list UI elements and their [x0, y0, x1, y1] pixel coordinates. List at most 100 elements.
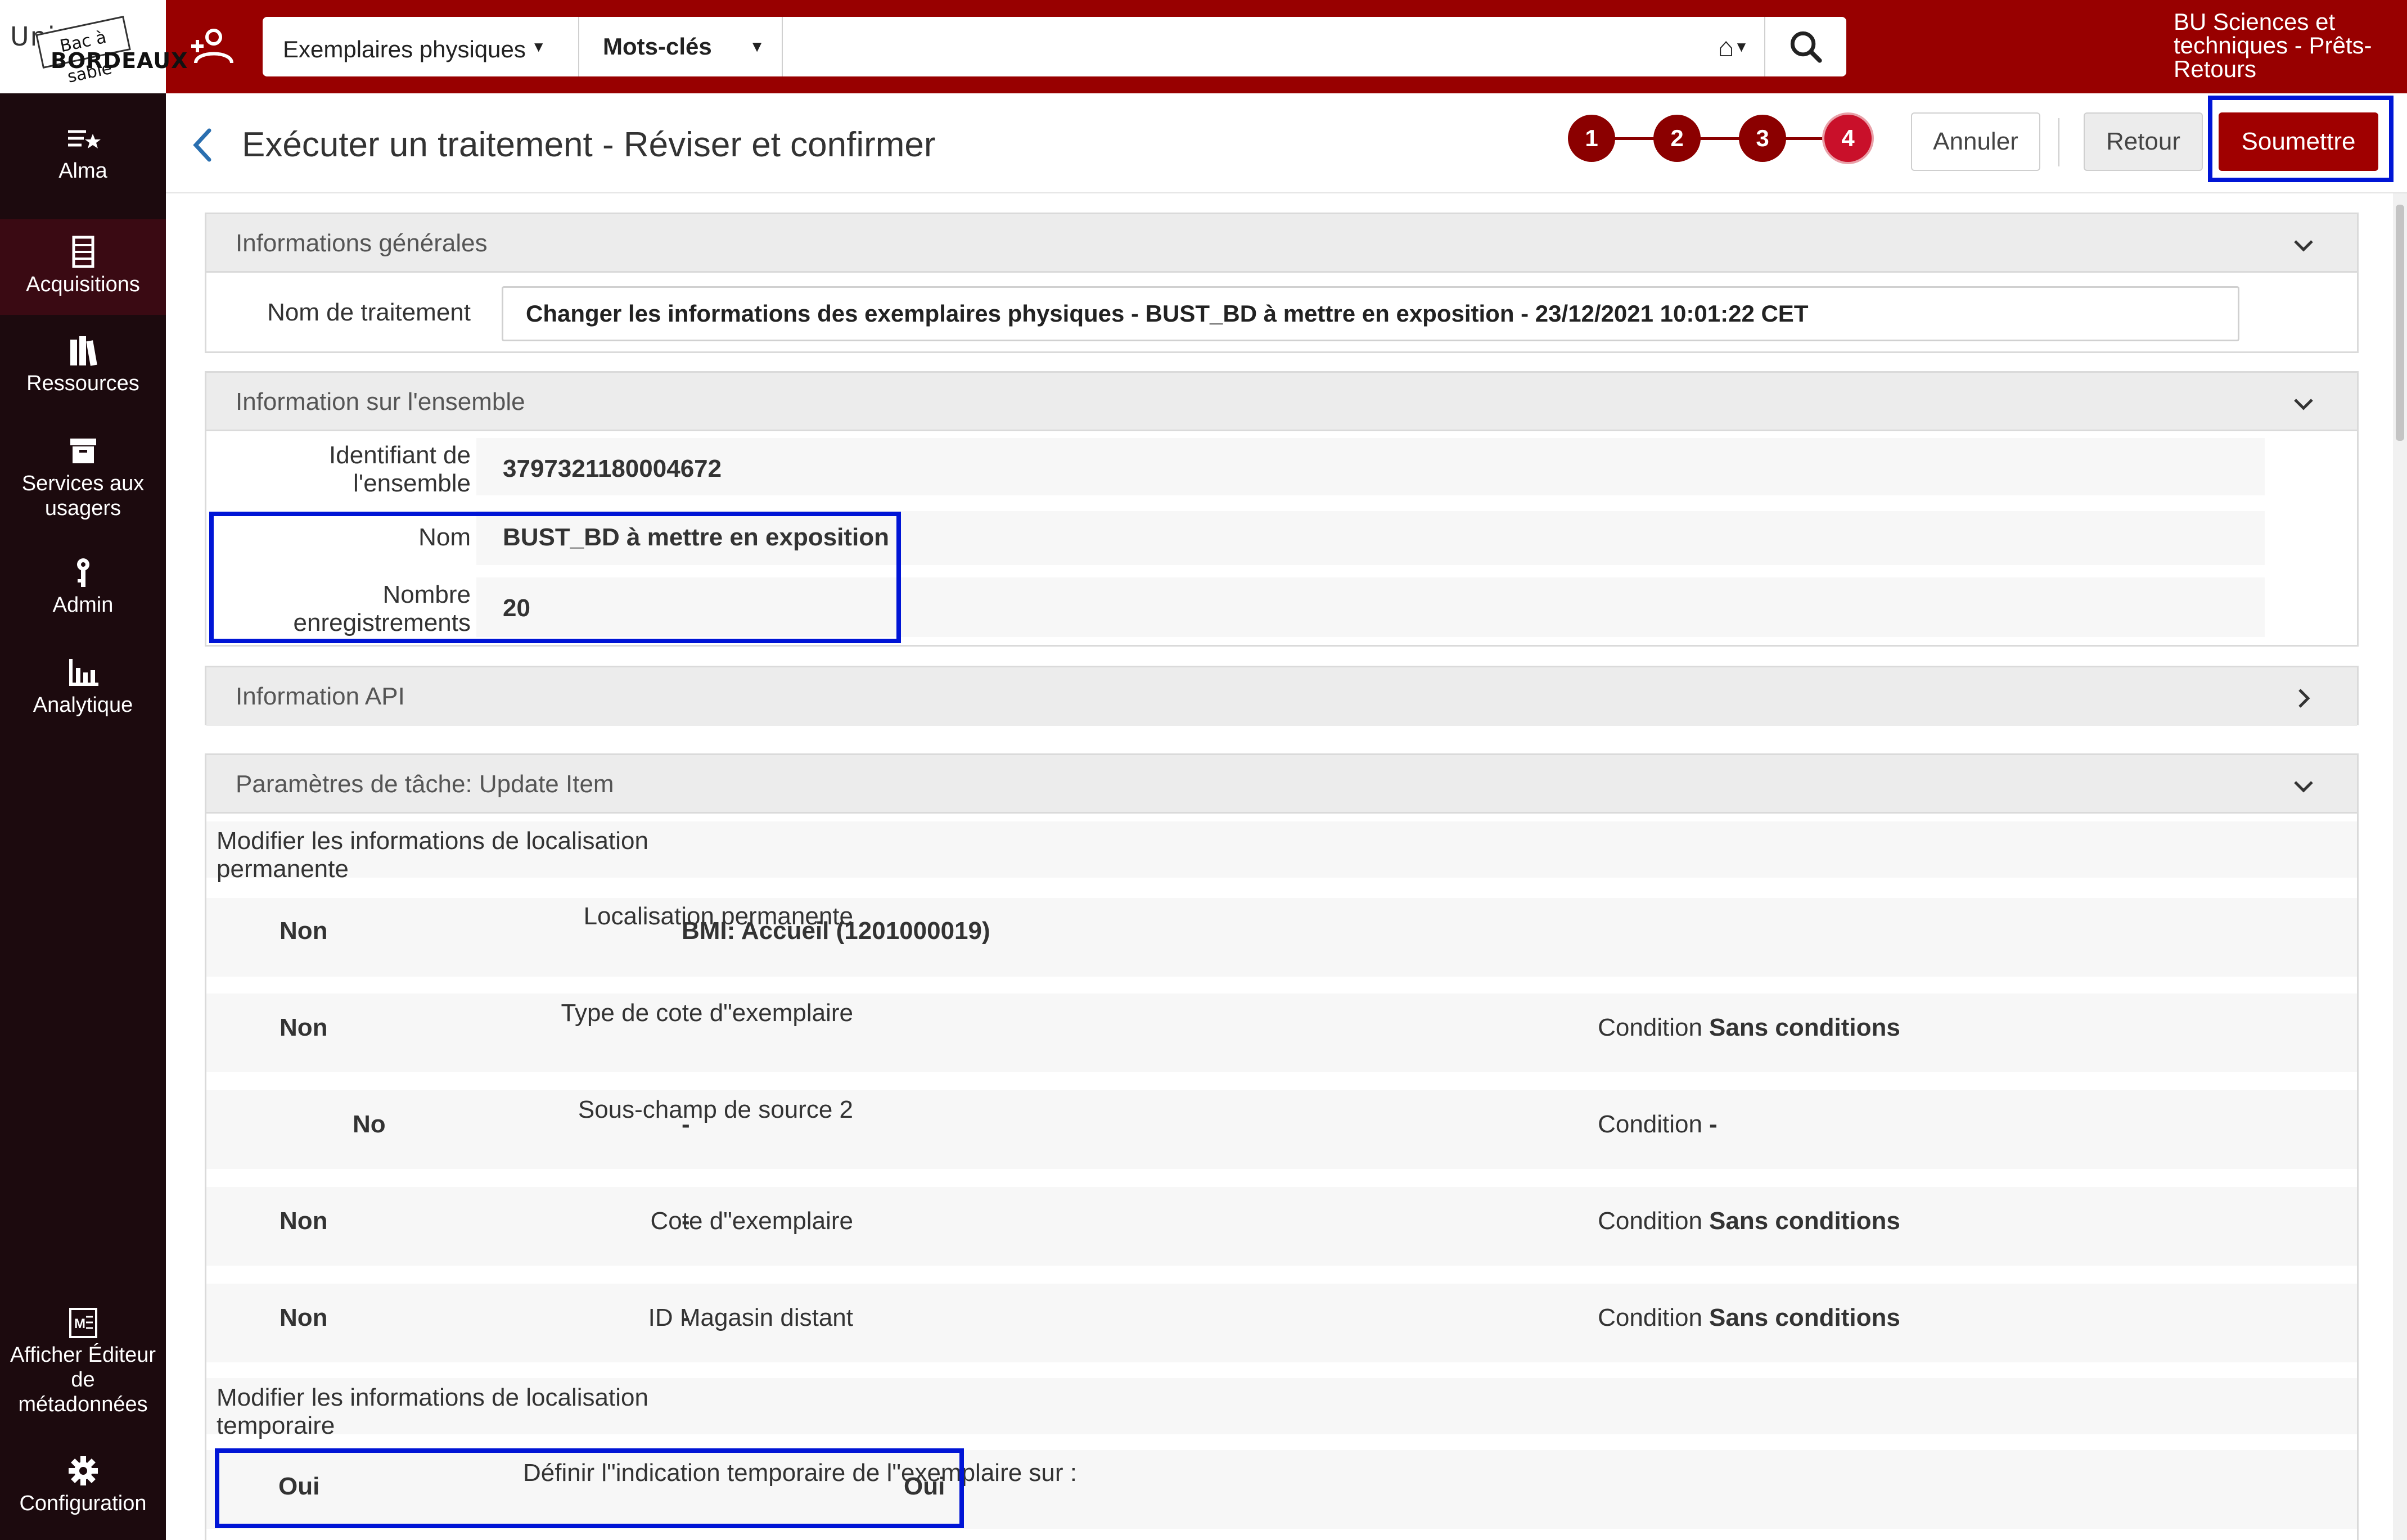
set-id-row	[476, 438, 2265, 495]
temp-section-title: Modifier les informations de localisatio…	[217, 1384, 648, 1439]
nav-label-resources: Ressources	[26, 372, 139, 395]
nav-item-metadata-editor[interactable]: M Afficher Éditeur de métadonnées	[0, 1306, 166, 1417]
task-row-condition-label: Condition	[1598, 1207, 1702, 1235]
caret-down-icon: ▼	[531, 38, 546, 55]
task-row-label: ID Magasin distant	[648, 1304, 853, 1331]
nav-label-analytics: Analytique	[33, 693, 133, 717]
chevron-down-icon[interactable]	[2289, 772, 2318, 800]
institution-logo[interactable]: Unive Bac à sable BORDEAUX	[0, 0, 187, 93]
temp-row-value: Oui	[904, 1473, 945, 1500]
task-row-flag: Non	[280, 1207, 328, 1235]
task-row-value: BMI: Accueil (1201000019)	[682, 917, 990, 945]
nav-label-alma: Alma	[58, 159, 107, 183]
general-info-header[interactable]: Informations générales	[206, 214, 2357, 273]
nav-item-resources[interactable]: Ressources	[0, 334, 166, 396]
scrollbar-thumb[interactable]	[2396, 205, 2404, 441]
search-icon[interactable]	[1764, 17, 1846, 76]
set-info-title: Information sur l'ensemble	[236, 388, 525, 416]
acquisitions-icon	[72, 236, 94, 268]
search-field-dropdown[interactable]: Mots-clés ▼	[579, 17, 783, 76]
nav-item-configuration[interactable]: Configuration	[0, 1454, 166, 1516]
cancel-button[interactable]: Annuler	[1911, 112, 2040, 171]
step-3[interactable]: 3	[1739, 115, 1786, 162]
set-count-row	[476, 577, 2265, 637]
set-info-header[interactable]: Information sur l'ensemble	[206, 373, 2357, 431]
step-1[interactable]: 1	[1568, 115, 1615, 162]
task-row-label: Sous-champ de source 2	[578, 1096, 853, 1123]
task-row	[206, 1187, 2357, 1266]
search-scope-dropdown[interactable]: Exemplaires physiques ▼	[263, 17, 579, 76]
api-info-panel: Information API	[205, 666, 2359, 726]
nav-label-configuration: Configuration	[19, 1492, 147, 1515]
search-field-label: Mots-clés	[603, 33, 712, 60]
task-row	[206, 898, 2357, 977]
nav-item-fulfillment[interactable]: Services aux usagers	[0, 434, 166, 521]
general-info-panel: Informations générales Nom de traitement…	[205, 213, 2359, 353]
caret-down-icon: ▼	[749, 38, 765, 55]
set-id-value: 3797321180004672	[503, 455, 722, 482]
alma-star-icon	[67, 130, 101, 148]
back-arrow-icon[interactable]	[186, 123, 219, 168]
temp-row-flag: Oui	[278, 1473, 320, 1500]
set-id-label: Identifiant de l'ensemble	[329, 441, 471, 497]
gear-icon	[68, 1456, 98, 1485]
metadata-editor-icon: M	[69, 1308, 97, 1338]
task-row-label: Cote d"exemplaire	[650, 1207, 853, 1235]
temp-row-label: Définir l"indication temporaire de l"exe…	[523, 1459, 1077, 1487]
task-row	[206, 1090, 2357, 1169]
nav-label-admin: Admin	[52, 593, 114, 617]
nav-item-admin[interactable]: Admin	[0, 556, 166, 617]
task-params-header[interactable]: Paramètres de tâche: Update Item	[206, 755, 2357, 814]
header-divider	[2058, 118, 2059, 166]
nav-item-analytics[interactable]: Analytique	[0, 656, 166, 717]
submit-button[interactable]: Soumettre	[2219, 112, 2378, 171]
api-info-title: Information API	[236, 683, 405, 710]
task-row-condition-value: Sans conditions	[1709, 1304, 1900, 1331]
task-row-condition-value: -	[1709, 1110, 1718, 1138]
task-row-flag: No	[353, 1110, 386, 1138]
archive-box-icon	[70, 439, 96, 463]
task-row-label: Type de cote d"exemplaire	[561, 999, 853, 1027]
main-menu: Alma Acquisitions Ressources Services au…	[0, 93, 166, 1540]
top-bar: Unive Bac à sable BORDEAUX Exemplaires p…	[0, 0, 2407, 93]
page-scrollbar[interactable]	[2393, 193, 2407, 1540]
nav-label-fulfillment: Services aux usagers	[21, 472, 145, 520]
user-persona-icon[interactable]	[191, 27, 236, 66]
nav-item-alma[interactable]: Alma	[0, 121, 166, 183]
chevron-down-icon[interactable]	[2289, 231, 2318, 259]
header-separator	[166, 192, 2407, 193]
task-row	[206, 1284, 2357, 1362]
task-row-value: -	[682, 1110, 690, 1138]
job-name-field[interactable]: Changer les informations des exemplaires…	[502, 286, 2239, 341]
set-name-value: BUST_BD à mettre en exposition	[503, 523, 890, 551]
bar-chart-icon	[69, 659, 98, 686]
task-row	[206, 993, 2357, 1072]
set-count-value: 20	[503, 594, 530, 622]
job-name-label: Nom de traitement	[267, 299, 471, 326]
search-input[interactable]	[783, 17, 1655, 76]
api-info-header[interactable]: Information API	[206, 667, 2357, 726]
back-button[interactable]: Retour	[2084, 112, 2203, 171]
chevron-right-icon[interactable]	[2289, 684, 2318, 712]
search-home-dropdown[interactable]: ⌂▼	[1702, 17, 1764, 76]
task-row-value: -	[682, 1304, 690, 1331]
nav-item-acquisitions[interactable]: Acquisitions	[0, 219, 166, 315]
books-icon	[70, 336, 97, 366]
nav-label-acquisitions: Acquisitions	[26, 273, 140, 296]
step-4[interactable]: 4	[1824, 115, 1872, 162]
set-name-label: Nom	[418, 523, 471, 551]
task-row-condition-value: Sans conditions	[1709, 1014, 1900, 1041]
task-row-condition-label: Condition	[1598, 1014, 1702, 1041]
task-params-title: Paramètres de tâche: Update Item	[236, 770, 614, 798]
perm-section-title: Modifier les informations de localisatio…	[217, 827, 648, 883]
set-count-label: Nombre enregistrements	[293, 581, 471, 636]
search-scope-label: Exemplaires physiques	[283, 36, 526, 62]
task-row-flag: Non	[280, 1304, 328, 1331]
nav-label-metadata-editor: Afficher Éditeur de métadonnées	[10, 1343, 156, 1416]
current-institution-label[interactable]: BU Sciences et techniques - Prêts-Retour…	[2174, 10, 2399, 81]
general-info-title: Informations générales	[236, 229, 488, 257]
task-row-condition-label: Condition	[1598, 1110, 1702, 1138]
chevron-down-icon[interactable]	[2289, 390, 2318, 418]
step-2[interactable]: 2	[1653, 115, 1701, 162]
task-row-condition-label: Condition	[1598, 1304, 1702, 1331]
